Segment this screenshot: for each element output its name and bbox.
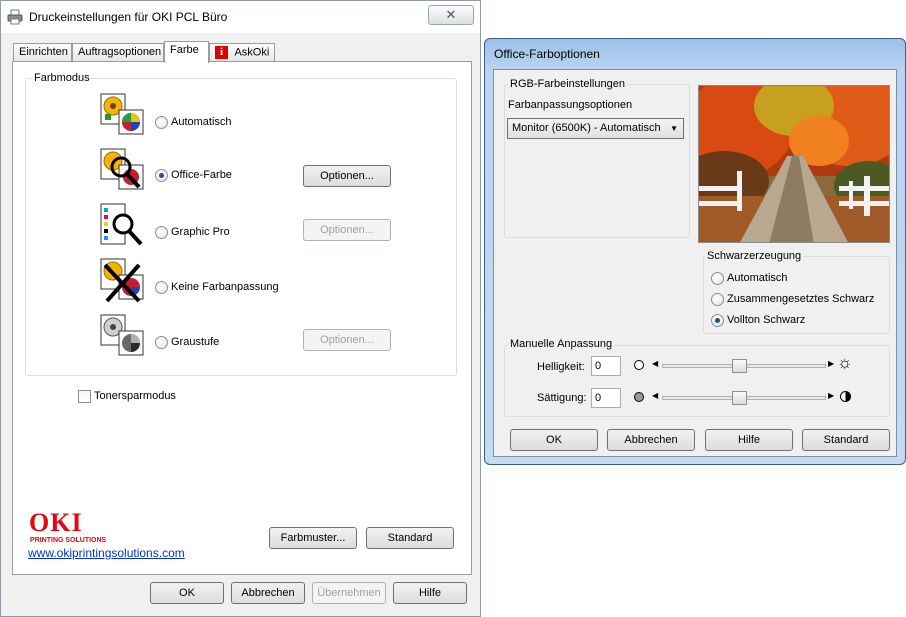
brightness-low-icon — [634, 360, 644, 370]
grayscale-mode-icon — [99, 313, 147, 359]
chevron-down-icon: ▼ — [670, 124, 678, 133]
toner-save-checkbox[interactable] — [78, 390, 91, 403]
color-samples-button[interactable]: Farbmuster... — [269, 527, 357, 549]
black-option-solid: Vollton Schwarz — [727, 314, 806, 326]
tab-auftragsoptionen[interactable]: Auftragsoptionen — [72, 43, 164, 62]
saturation-low-icon — [634, 392, 644, 402]
toner-save-label: Tonersparmodus — [94, 390, 176, 402]
tab-einrichten[interactable]: Einrichten — [13, 43, 72, 62]
saturation-high-icon — [840, 391, 851, 402]
oki-website-link[interactable]: www.okiprintingsolutions.com — [28, 546, 185, 560]
help-button[interactable]: Hilfe — [393, 582, 467, 604]
color-match-dropdown[interactable]: Monitor (6500K) - Automatisch ▼ — [507, 118, 684, 139]
mode-label-no-color-matching: Keine Farbanpassung — [171, 281, 279, 293]
mode-label-automatic: Automatisch — [171, 116, 232, 128]
standard-button[interactable]: Standard — [366, 527, 454, 549]
close-icon: ✕ — [445, 7, 457, 22]
brightness-label: Helligkeit: — [537, 361, 585, 373]
black-option-composite: Zusammengesetztes Schwarz — [727, 293, 875, 305]
print-settings-window: Druckeinstellungen für OKI PCL Büro ✕ Ei… — [0, 0, 481, 617]
tab-askoki[interactable]: i AskOki — [209, 43, 275, 62]
dialog-cancel-button[interactable]: Abbrechen — [607, 429, 695, 451]
radio-automatic[interactable] — [155, 116, 168, 129]
colormode-group — [25, 78, 457, 376]
radio-no-color-matching[interactable] — [155, 281, 168, 294]
office-color-options-button[interactable]: Optionen... — [303, 165, 391, 187]
radio-graphic-pro[interactable] — [155, 226, 168, 239]
grayscale-options-button[interactable]: Optionen... — [303, 329, 391, 351]
printer-icon — [7, 9, 23, 28]
ok-button[interactable]: OK — [150, 582, 224, 604]
close-button[interactable]: ✕ — [428, 5, 474, 25]
oki-tagline: PRINTING SOLUTIONS — [30, 537, 107, 544]
office-color-mode-icon — [99, 147, 147, 193]
radio-black-solid[interactable] — [711, 314, 724, 327]
mode-label-grayscale: Graustufe — [171, 336, 220, 348]
radio-black-composite[interactable] — [711, 293, 724, 306]
dialog-help-button[interactable]: Hilfe — [705, 429, 793, 451]
graphic-pro-mode-icon — [99, 202, 147, 248]
radio-grayscale[interactable] — [155, 336, 168, 349]
radio-office-color[interactable] — [155, 169, 168, 182]
dialog-title: Office-Farboptionen — [494, 47, 600, 61]
radio-black-automatic[interactable] — [711, 272, 724, 285]
cancel-button[interactable]: Abbrechen — [231, 582, 305, 604]
rgb-group-label: RGB-Farbeinstellungen — [508, 78, 627, 90]
tab-farbe[interactable]: Farbe — [164, 41, 209, 63]
manual-adjustment-label: Manuelle Anpassung — [508, 338, 615, 350]
slider-left-arrow-icon[interactable]: ◀ — [652, 359, 658, 368]
dialog-standard-button[interactable]: Standard — [802, 429, 890, 451]
dialog-ok-button[interactable]: OK — [510, 429, 598, 451]
saturation-label: Sättigung: — [537, 392, 587, 404]
office-color-options-dialog: Office-Farboptionen RGB-Farbeinstellunge… — [484, 38, 906, 465]
automatic-mode-icon — [99, 92, 147, 138]
brightness-input[interactable]: 0 — [591, 356, 621, 376]
mode-label-graphic-pro: Graphic Pro — [171, 226, 230, 238]
dialog-content: RGB-Farbeinstellungen Farbanpassungsopti… — [493, 69, 897, 457]
black-generation-label: Schwarzerzeugung — [705, 250, 804, 262]
slider-right-arrow-icon[interactable]: ▶ — [828, 391, 834, 400]
tab-panel-farbe: Farbmodus Automatisch Office-Farbe Optio… — [12, 61, 472, 575]
no-color-matching-icon — [99, 257, 147, 303]
graphic-pro-options-button[interactable]: Optionen... — [303, 219, 391, 241]
slider-left-arrow-icon[interactable]: ◀ — [652, 391, 658, 400]
brightness-high-icon: ☼ — [837, 353, 853, 372]
saturation-slider-thumb[interactable] — [732, 391, 747, 405]
mode-label-office-color: Office-Farbe — [171, 169, 232, 181]
black-option-automatic: Automatisch — [727, 272, 788, 284]
apply-button[interactable]: Übernehmen — [312, 582, 386, 604]
window-title: Druckeinstellungen für OKI PCL Büro — [29, 10, 228, 24]
colormode-group-label: Farbmodus — [32, 72, 92, 84]
brightness-slider-thumb[interactable] — [732, 359, 747, 373]
preview-image — [698, 85, 890, 243]
oki-logo: OKI — [29, 508, 83, 537]
manual-adjustment-group — [504, 345, 890, 417]
info-icon: i — [215, 46, 228, 59]
match-options-label: Farbanpassungsoptionen — [508, 99, 633, 111]
title-bar[interactable]: Druckeinstellungen für OKI PCL Büro ✕ — [1, 1, 480, 33]
slider-right-arrow-icon[interactable]: ▶ — [828, 359, 834, 368]
saturation-input[interactable]: 0 — [591, 388, 621, 408]
